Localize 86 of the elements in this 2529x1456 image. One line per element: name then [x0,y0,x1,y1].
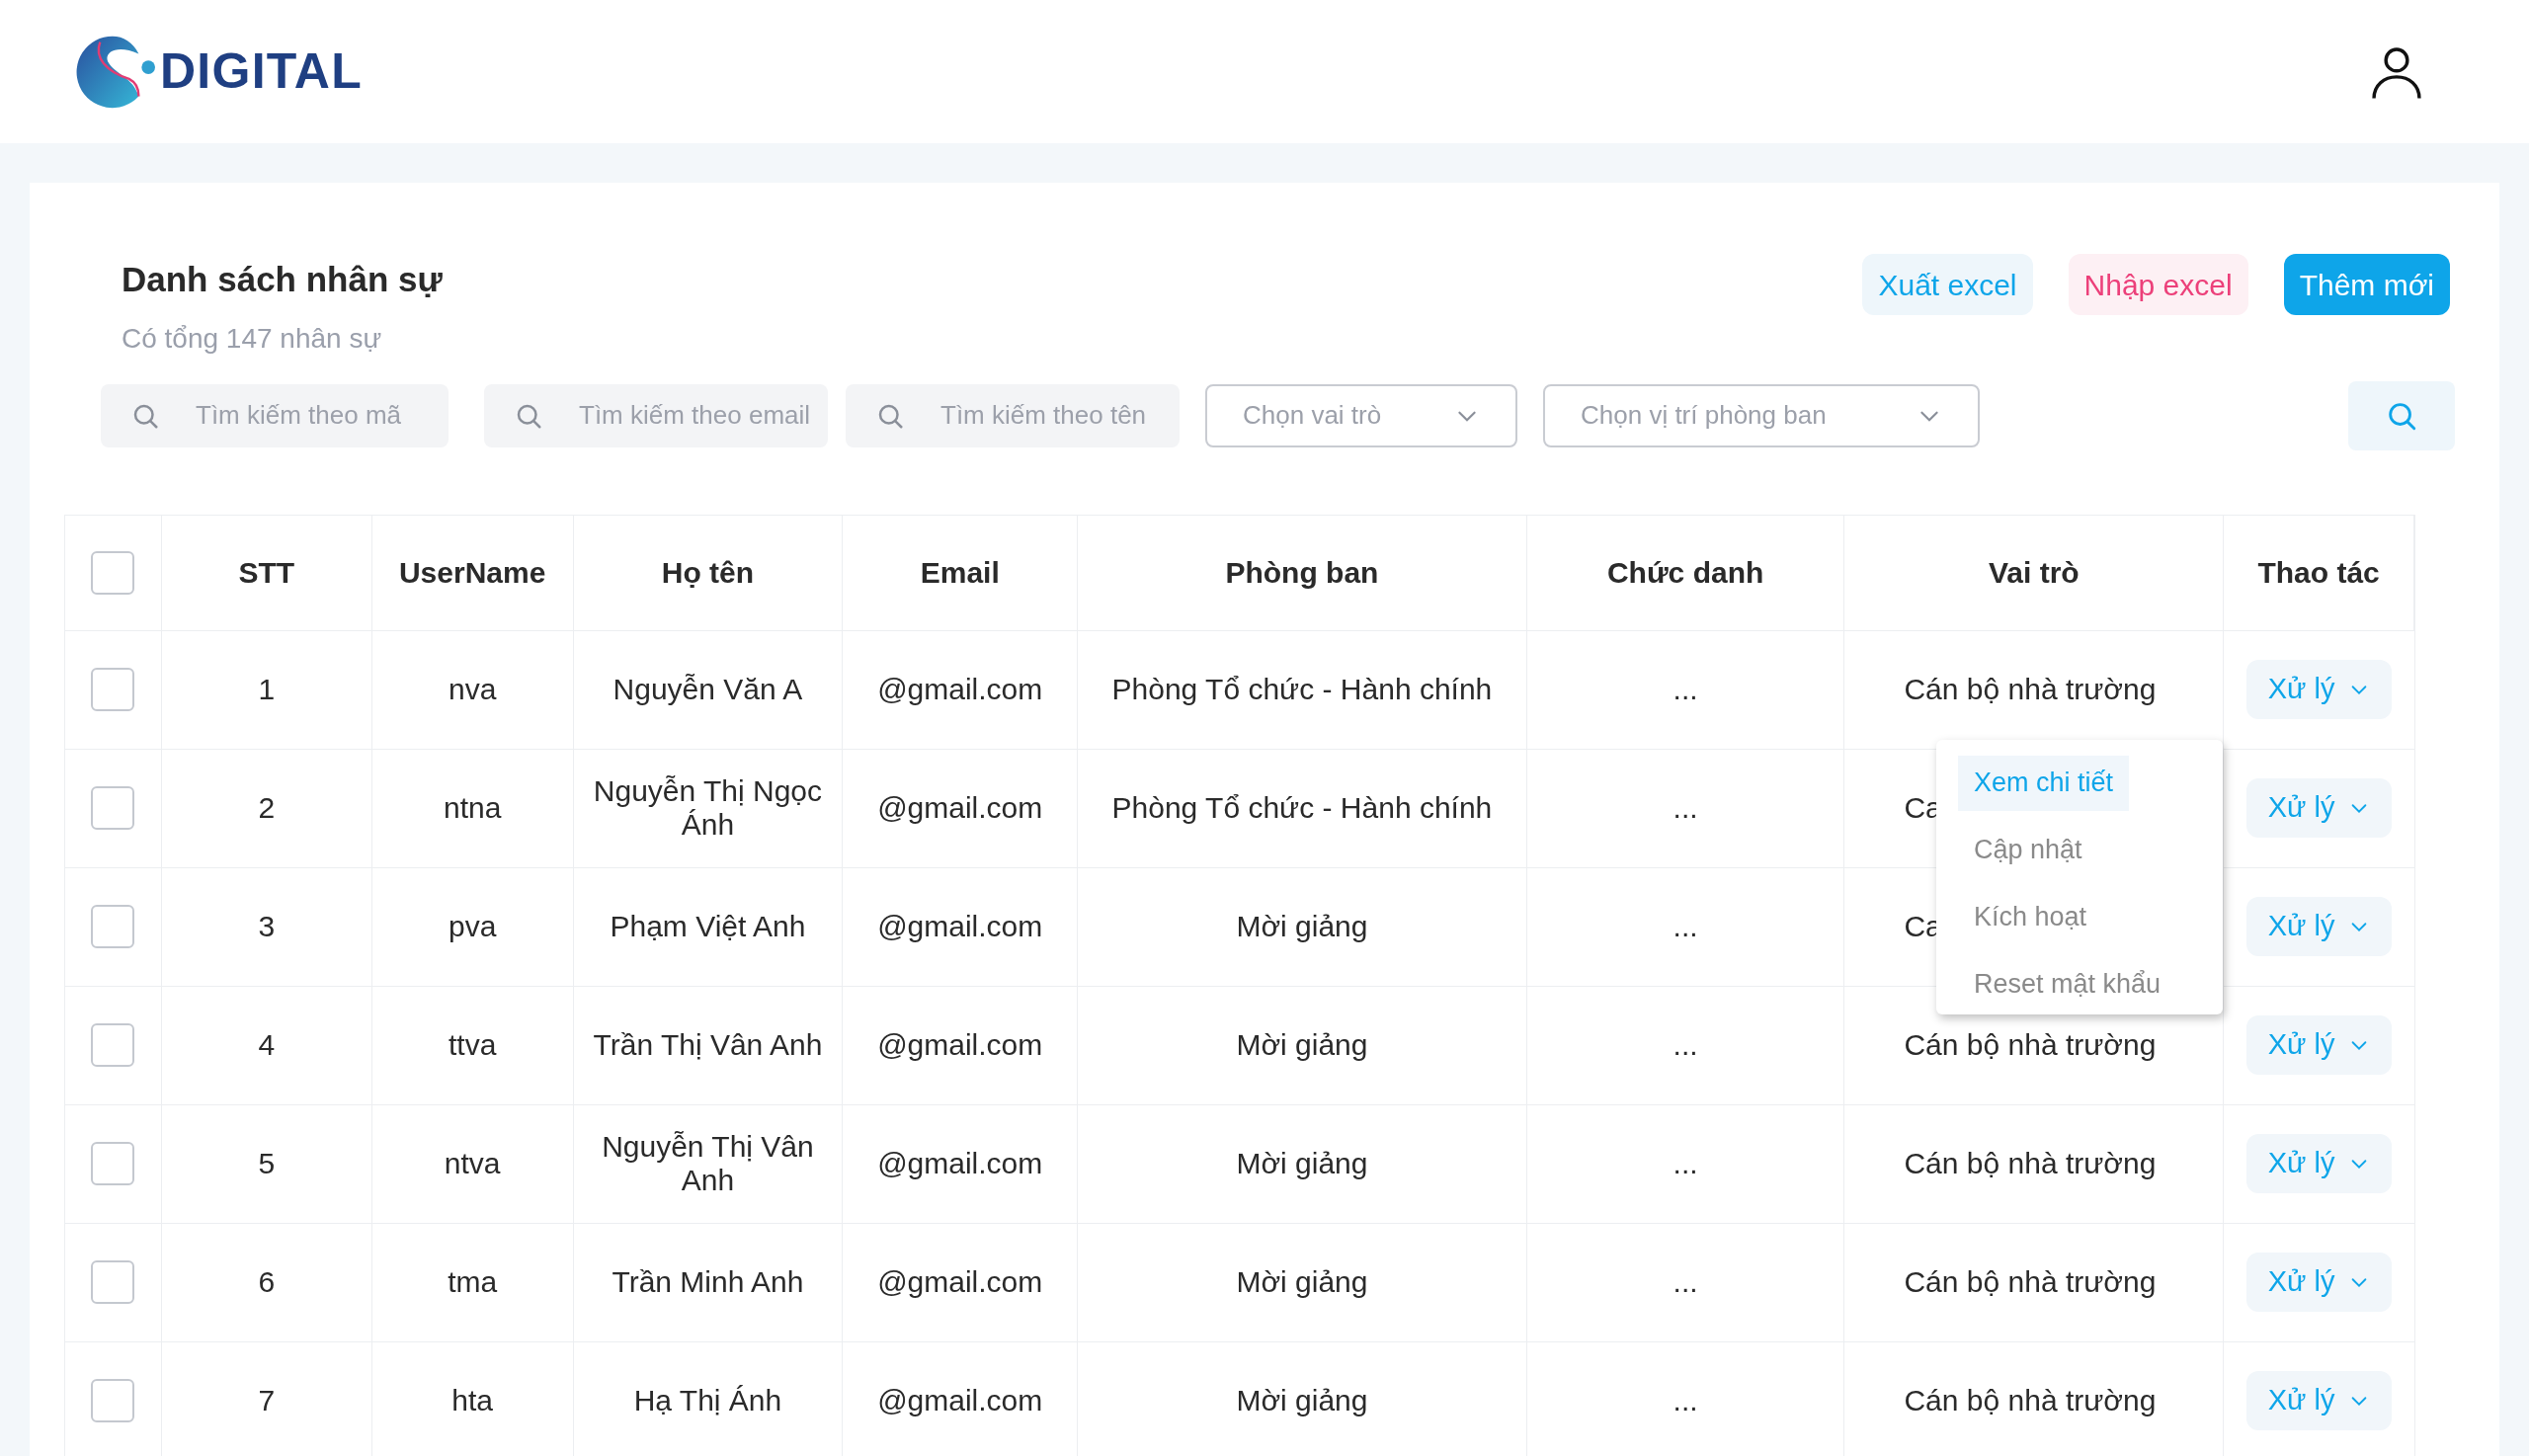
table-cell: @gmail.com [877,1028,1043,1062]
column-header: Email [920,555,1000,591]
table-cell: @gmail.com [877,791,1043,825]
import-button[interactable]: Nhập excel [2068,254,2248,315]
menu-item[interactable]: Kích hoạt [1958,889,2103,945]
export-button[interactable]: Xuất excel [1862,254,2033,315]
row-checkbox[interactable] [91,1260,135,1304]
table-cell: @gmail.com [877,910,1043,943]
table-cell: Phòng Tổ chức - Hành chính [1111,791,1493,825]
table-cell: Trần Thị Vân Anh [593,1028,823,1062]
action-dropdown-button[interactable]: Xử lý [2245,778,2393,838]
table-cell: Mời giảng [1236,910,1368,943]
table-cell: pva [448,910,497,943]
table-cell: 1 [258,673,276,706]
row-checkbox[interactable] [91,1142,135,1185]
table-cell: hta [451,1384,493,1417]
column-header: UserName [398,555,546,591]
search-button[interactable] [2348,380,2455,450]
select-field[interactable]: Chọn vai trò [1205,383,1517,447]
row-checkbox[interactable] [91,905,135,948]
table-cell: @gmail.com [877,673,1043,706]
column-header: STT [238,555,295,591]
column-header: Phòng ban [1225,555,1379,591]
table-cell: ttva [448,1028,497,1062]
row-checkbox[interactable] [91,786,135,830]
menu-item[interactable]: Xem chi tiết [1958,755,2130,811]
action-dropdown-button[interactable]: Xử lý [2245,660,2393,719]
action-dropdown-button[interactable]: Xử lý [2245,1371,2393,1430]
search-field[interactable]: Tìm kiếm theo tên [846,383,1180,447]
page-subtitle: Có tổng 147 nhân sự [122,321,383,356]
page-title: Danh sách nhân sự [122,259,443,300]
table-cell: Cán bộ nhà trường [1904,1147,2157,1180]
column-header: Thao tác [2257,555,2380,591]
table-cell: Mời giảng [1236,1147,1368,1180]
table-cell: 7 [258,1384,276,1417]
table-cell: Mời giảng [1236,1028,1368,1062]
table-cell: @gmail.com [877,1265,1043,1299]
select-field[interactable]: Chọn vị trí phòng ban [1543,383,1980,447]
table-cell: 5 [258,1147,276,1180]
row-checkbox[interactable] [91,1023,135,1067]
add-button[interactable]: Thêm mới [2283,254,2450,315]
table-cell: ntna [443,791,502,825]
table-cell-text: Nguyễn Thị Ngọc Ánh [592,774,824,842]
table-cell: Phạm Việt Anh [610,910,806,943]
table-cell: Hạ Thị Ánh [633,1384,782,1417]
table-cell: Cán bộ nhà trường [1904,1265,2157,1299]
table-cell: ... [1672,673,1698,706]
table-cell: ... [1672,791,1698,825]
table-cell: 3 [258,910,276,943]
table-cell: Phòng Tổ chức - Hành chính [1111,673,1493,706]
column-header: Vai trò [1988,555,2080,591]
table-cell: @gmail.com [877,1147,1043,1180]
table-cell: Trần Minh Anh [612,1265,804,1299]
search-field[interactable]: Tìm kiếm theo mã [101,383,449,447]
row-checkbox[interactable] [91,1379,135,1422]
table-cell: ... [1672,1147,1698,1180]
table-cell: ... [1672,910,1698,943]
table-cell: Cán bộ nhà trường [1904,1384,2157,1417]
table-cell: 6 [258,1265,276,1299]
table-cell: Mời giảng [1236,1384,1368,1417]
table-cell: @gmail.com [877,1384,1043,1417]
column-header: Họ tên [661,555,755,591]
table-cell: Nguyễn Văn A [612,673,803,706]
logo-text: DIGITAL [160,42,363,101]
table-cell: nva [448,673,497,706]
table-cell: ... [1672,1384,1698,1417]
table-cell: Cán bộ nhà trường [1904,673,2157,706]
table-cell: 2 [258,791,276,825]
row-checkbox[interactable] [91,668,135,711]
table-cell: Mời giảng [1236,1265,1368,1299]
action-dropdown-button[interactable]: Xử lý [2245,1134,2393,1193]
table-cell-text: Nguyễn Thị Vân Anh [601,1130,815,1197]
table-cell: Cán bộ nhà trường [1904,1028,2157,1062]
action-dropdown-button[interactable]: Xử lý [2245,897,2393,956]
table-cell: 4 [258,1028,276,1062]
action-dropdown-button[interactable]: Xử lý [2245,1253,2393,1312]
table-cell: ... [1672,1028,1698,1062]
column-header: Chức danh [1606,555,1764,591]
table-cell: tma [448,1265,498,1299]
search-field[interactable]: Tìm kiếm theo email [484,383,828,447]
table-cell: ... [1672,1265,1698,1299]
row-checkbox[interactable] [91,550,135,595]
action-dropdown-button[interactable]: Xử lý [2245,1015,2393,1075]
table-cell: ntva [444,1147,501,1180]
menu-item[interactable]: Cập nhật [1958,822,2098,878]
menu-item[interactable]: Reset mật khẩu [1958,956,2177,1012]
